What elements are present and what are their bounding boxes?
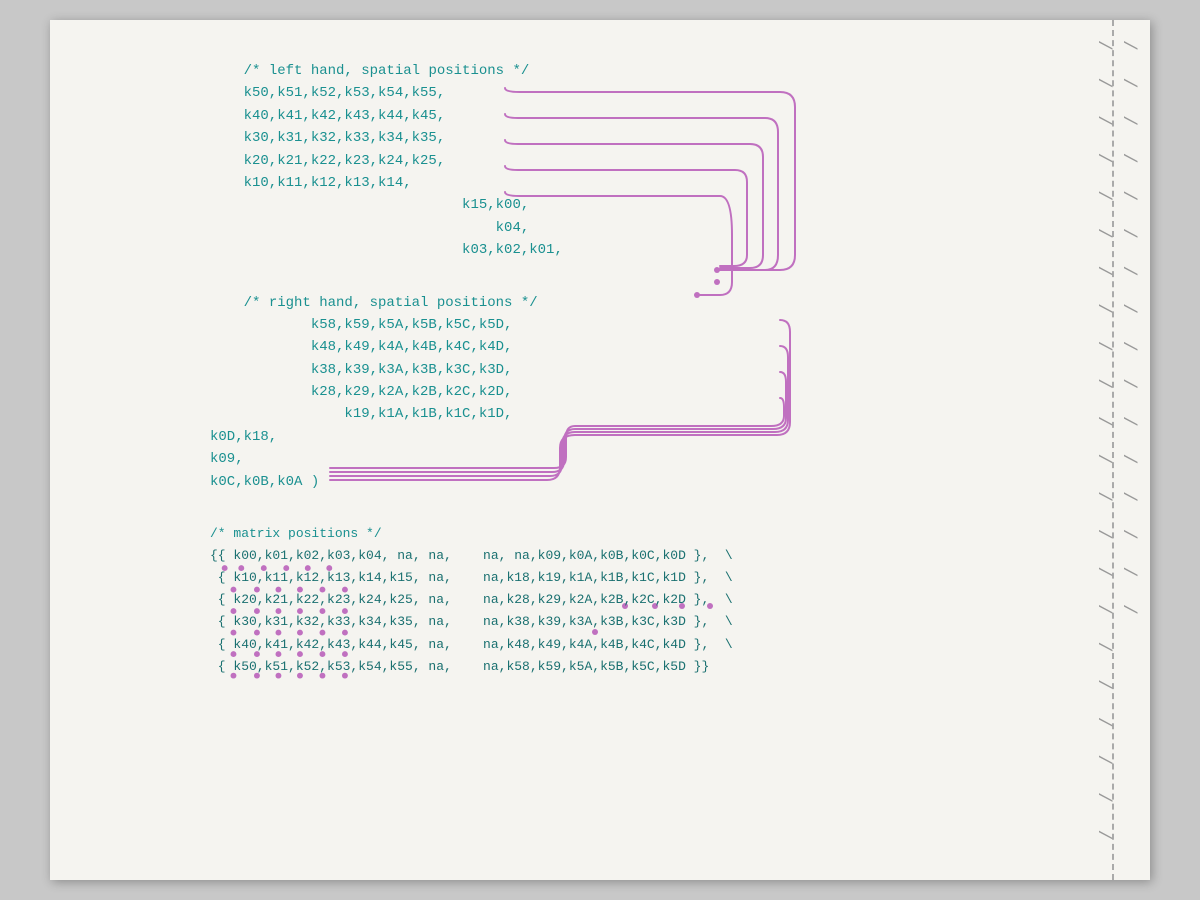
left-hand-comment: /* left hand, spatial positions */ [244,63,530,79]
right-margin-dashes: / / / / / / / / / / / / / / / / / / / / … [1090,20,1140,880]
left-hand-code: /* left hand, spatial positions */ k50,k… [210,60,1090,262]
page: /* left hand, spatial positions */ k50,k… [50,20,1150,880]
left-hand-section: /* left hand, spatial positions */ k50,k… [210,60,1090,262]
matrix-comment: /* matrix positions */ {{ k00,k01,k02,k0… [210,523,1090,678]
right-hand-section: /* right hand, spatial positions */ k58,… [210,292,1090,494]
right-hand-comment: /* right hand, spatial positions */ [244,295,538,311]
right-hand-code: /* right hand, spatial positions */ k58,… [210,292,1090,494]
matrix-section: /* matrix positions */ {{ k00,k01,k02,k0… [210,523,1090,678]
